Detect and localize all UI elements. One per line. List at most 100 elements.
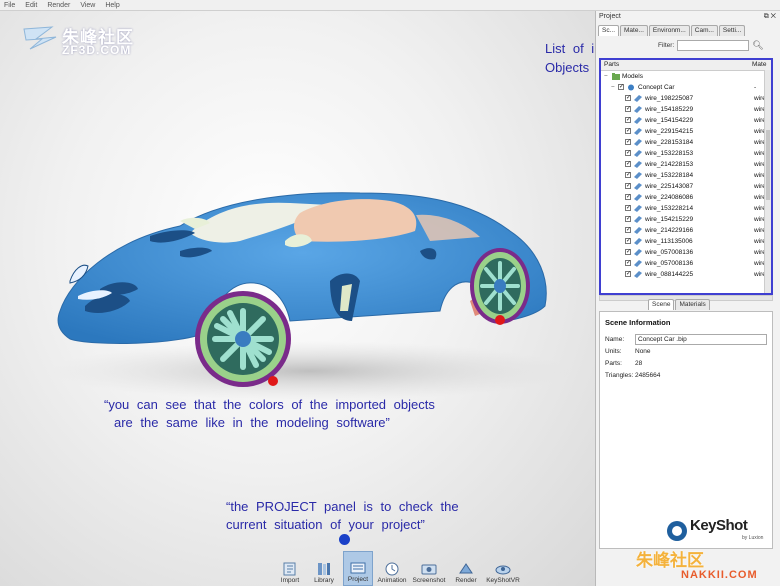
- material-column-header[interactable]: Mate: [752, 60, 766, 70]
- part-icon: [634, 260, 642, 267]
- animation-icon: [385, 562, 399, 576]
- part-icon: [634, 205, 642, 212]
- visibility-checkbox[interactable]: [625, 170, 631, 181]
- tab-materials[interactable]: Mate...: [620, 25, 648, 36]
- model-icon: [628, 84, 634, 91]
- part-row[interactable]: wire_214229166wire: [601, 225, 771, 236]
- part-row[interactable]: wire_198225087wire: [601, 93, 771, 104]
- library-icon: [318, 563, 330, 575]
- project-button[interactable]: Project: [343, 551, 373, 586]
- animation-button[interactable]: Animation: [377, 551, 407, 586]
- part-row[interactable]: wire_113135006wire: [601, 236, 771, 247]
- part-name: wire_088144225: [645, 271, 694, 278]
- lower-tabs: Scene Materials: [648, 299, 710, 310]
- tab-scene[interactable]: Sc...: [598, 25, 620, 36]
- visibility-checkbox[interactable]: [625, 115, 631, 126]
- part-name: wire_224086086: [645, 194, 694, 201]
- part-name: wire_153228153: [645, 150, 694, 157]
- visibility-checkbox[interactable]: [625, 181, 631, 192]
- visibility-checkbox[interactable]: [625, 192, 631, 203]
- part-icon: [634, 249, 642, 256]
- menu-view[interactable]: View: [80, 0, 95, 10]
- keyshotvr-button[interactable]: KeyShotVR: [485, 551, 521, 586]
- library-button[interactable]: Library: [309, 551, 339, 586]
- screenshot-icon: [421, 564, 437, 575]
- part-name: wire_214228153: [645, 161, 694, 168]
- tab-environment[interactable]: Environm...: [648, 25, 690, 36]
- bottom-toolbar: Import Library Project Animation Screens…: [275, 551, 521, 586]
- part-icon: [634, 117, 642, 124]
- menu-file[interactable]: File: [4, 0, 15, 10]
- parts-count: 28: [635, 359, 643, 367]
- visibility-checkbox[interactable]: [625, 247, 631, 258]
- part-icon: [634, 271, 642, 278]
- tab-settings[interactable]: Setti...: [718, 25, 746, 36]
- visibility-checkbox[interactable]: [625, 159, 631, 170]
- watermark-url-bottom: NAKKII.COM: [681, 569, 758, 581]
- scrollbar-thumb[interactable]: [766, 130, 770, 200]
- menu-help[interactable]: Help: [105, 0, 119, 10]
- import-button[interactable]: Import: [275, 551, 305, 586]
- visibility-checkbox[interactable]: [625, 137, 631, 148]
- part-row[interactable]: wire_214228153wire: [601, 159, 771, 170]
- part-row[interactable]: wire_229154215wire: [601, 126, 771, 137]
- caption-colors-line1: “you can see that the colors of the impo…: [104, 397, 435, 412]
- tree-root-row[interactable]: − Models: [601, 71, 771, 82]
- tab-camera[interactable]: Cam...: [690, 25, 718, 36]
- undock-icon[interactable]: ⧉: [764, 13, 769, 20]
- tree-header: Parts Mate: [601, 60, 771, 71]
- filter-label: Filter:: [658, 41, 675, 49]
- visibility-checkbox[interactable]: [618, 82, 624, 93]
- render-icon: [459, 563, 473, 574]
- part-name: wire_154154229: [645, 117, 694, 124]
- tree-model-row[interactable]: − Concept Car -: [601, 82, 771, 93]
- visibility-checkbox[interactable]: [625, 225, 631, 236]
- scene-information: Scene Information Name: Concept Car .bip …: [599, 311, 773, 549]
- menu-bar: File Edit Render View Help: [0, 0, 780, 11]
- caption-project-line2: current situation of your project”: [226, 517, 425, 532]
- part-row[interactable]: wire_088144225wire: [601, 269, 771, 280]
- part-row[interactable]: wire_154185229wire: [601, 104, 771, 115]
- search-icon[interactable]: 🔍︎: [752, 40, 763, 51]
- menu-render[interactable]: Render: [47, 0, 70, 10]
- keyshot-logo-icon: [667, 521, 687, 541]
- collapse-icon[interactable]: −: [611, 82, 615, 93]
- part-row[interactable]: wire_225143087wire: [601, 181, 771, 192]
- visibility-checkbox[interactable]: [625, 104, 631, 115]
- part-row[interactable]: wire_153228184wire: [601, 170, 771, 181]
- tab-materials-info[interactable]: Materials: [675, 299, 710, 310]
- part-row[interactable]: wire_153228153wire: [601, 148, 771, 159]
- render-viewport[interactable]: 朱峰社区 ZF3D.COM List of i Objects “you can…: [0, 11, 595, 586]
- part-row[interactable]: wire_224086086wire: [601, 192, 771, 203]
- part-name: wire_198225087: [645, 95, 694, 102]
- collapse-icon[interactable]: −: [604, 71, 608, 82]
- parts-column-header[interactable]: Parts: [604, 61, 619, 68]
- render-button[interactable]: Render: [451, 551, 481, 586]
- visibility-checkbox[interactable]: [625, 236, 631, 247]
- keyshot-logo-sub: by Luxion: [742, 535, 764, 541]
- menu-edit[interactable]: Edit: [25, 0, 37, 10]
- visibility-checkbox[interactable]: [625, 93, 631, 104]
- close-icon[interactable]: ✕: [771, 13, 776, 20]
- triangles-count: 2485664: [635, 371, 661, 379]
- visibility-checkbox[interactable]: [625, 258, 631, 269]
- part-row[interactable]: wire_228153184wire: [601, 137, 771, 148]
- filter-input[interactable]: [677, 39, 750, 51]
- part-icon: [634, 95, 642, 102]
- tree-vertical-scrollbar[interactable]: [764, 70, 771, 293]
- part-icon: [634, 172, 642, 179]
- visibility-checkbox[interactable]: [625, 214, 631, 225]
- visibility-checkbox[interactable]: [625, 148, 631, 159]
- scene-name-field[interactable]: Concept Car .bip: [635, 333, 767, 345]
- part-row[interactable]: wire_057008136wire: [601, 258, 771, 269]
- part-row[interactable]: wire_154154229wire: [601, 115, 771, 126]
- visibility-checkbox[interactable]: [625, 269, 631, 280]
- part-row[interactable]: wire_154215229wire: [601, 214, 771, 225]
- tab-scene-info[interactable]: Scene: [648, 299, 675, 310]
- visibility-checkbox[interactable]: [625, 203, 631, 214]
- screenshot-button[interactable]: Screenshot: [411, 551, 447, 586]
- concept-car-model[interactable]: [30, 171, 570, 406]
- part-row[interactable]: wire_057008136wire: [601, 247, 771, 258]
- part-row[interactable]: wire_153228214wire: [601, 203, 771, 214]
- visibility-checkbox[interactable]: [625, 126, 631, 137]
